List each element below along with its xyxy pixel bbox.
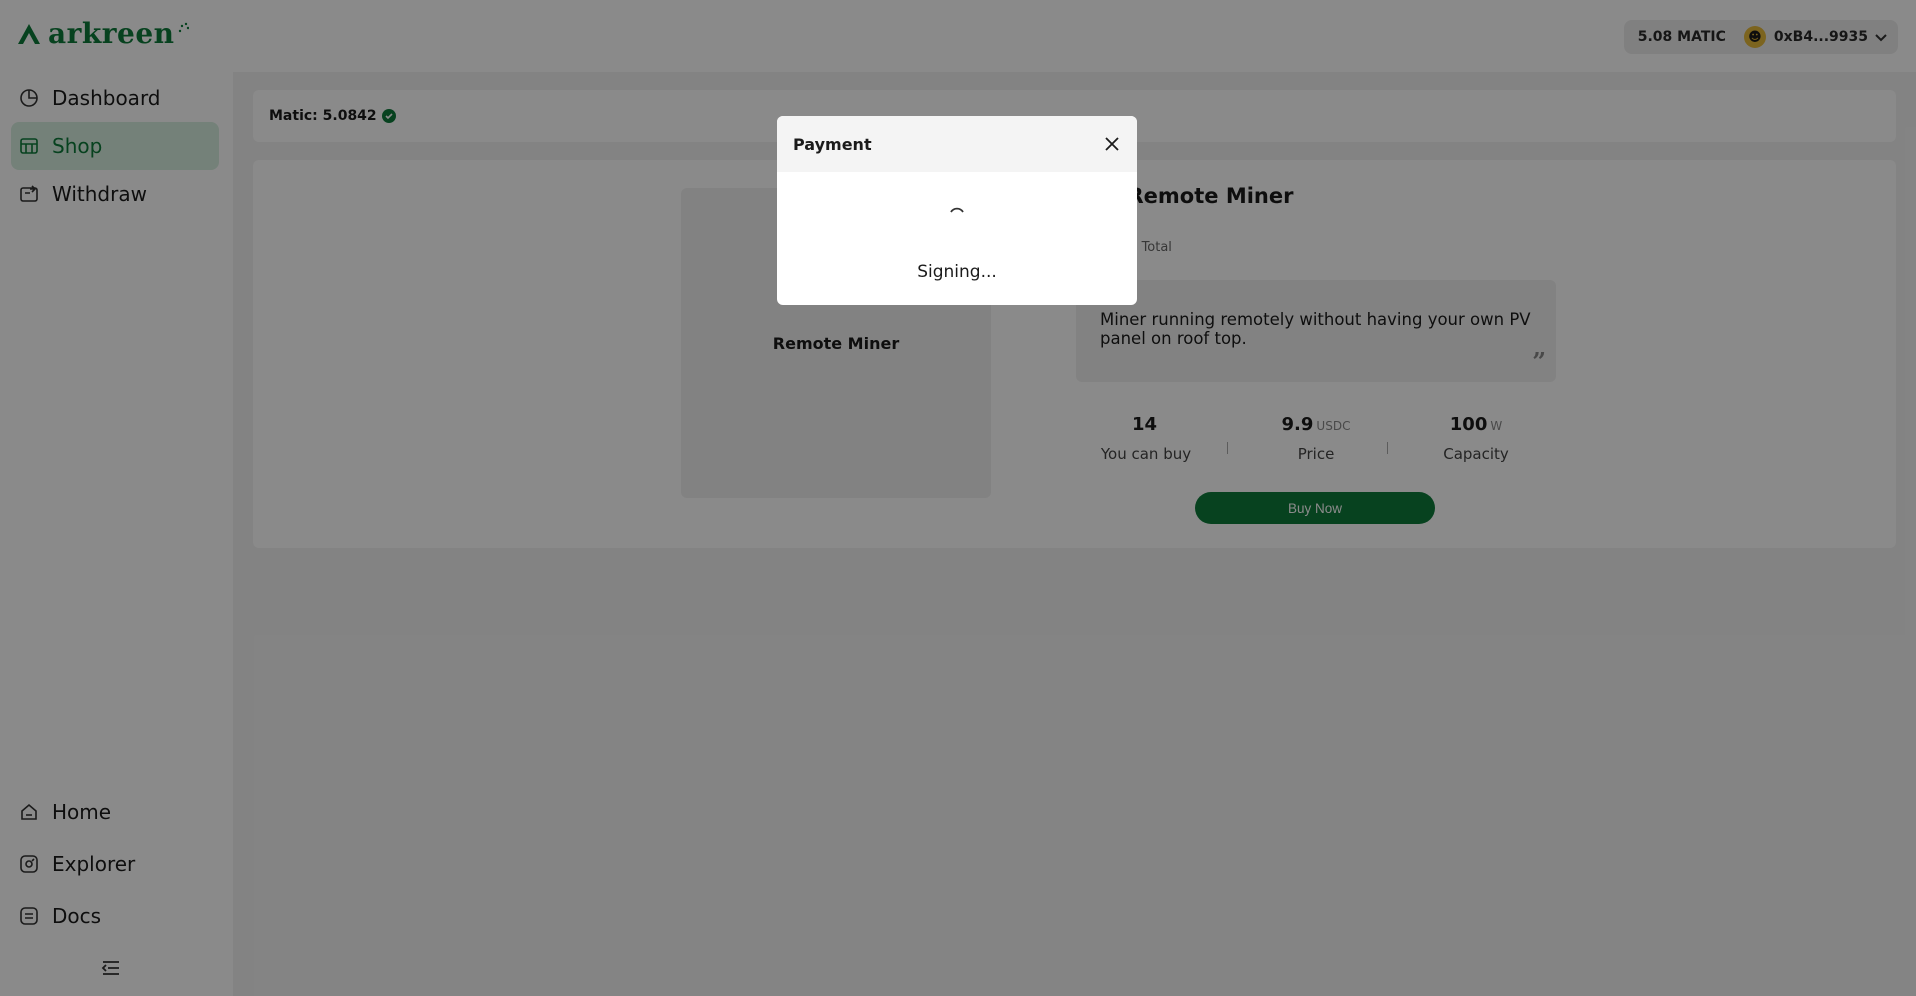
modal-title: Payment [793, 134, 872, 154]
loading-spinner-icon [950, 207, 964, 213]
signing-status: Signing... [917, 262, 997, 282]
modal-header: Payment [777, 116, 1137, 172]
payment-modal: Payment Signing... [777, 116, 1137, 305]
close-icon[interactable] [1103, 135, 1121, 153]
